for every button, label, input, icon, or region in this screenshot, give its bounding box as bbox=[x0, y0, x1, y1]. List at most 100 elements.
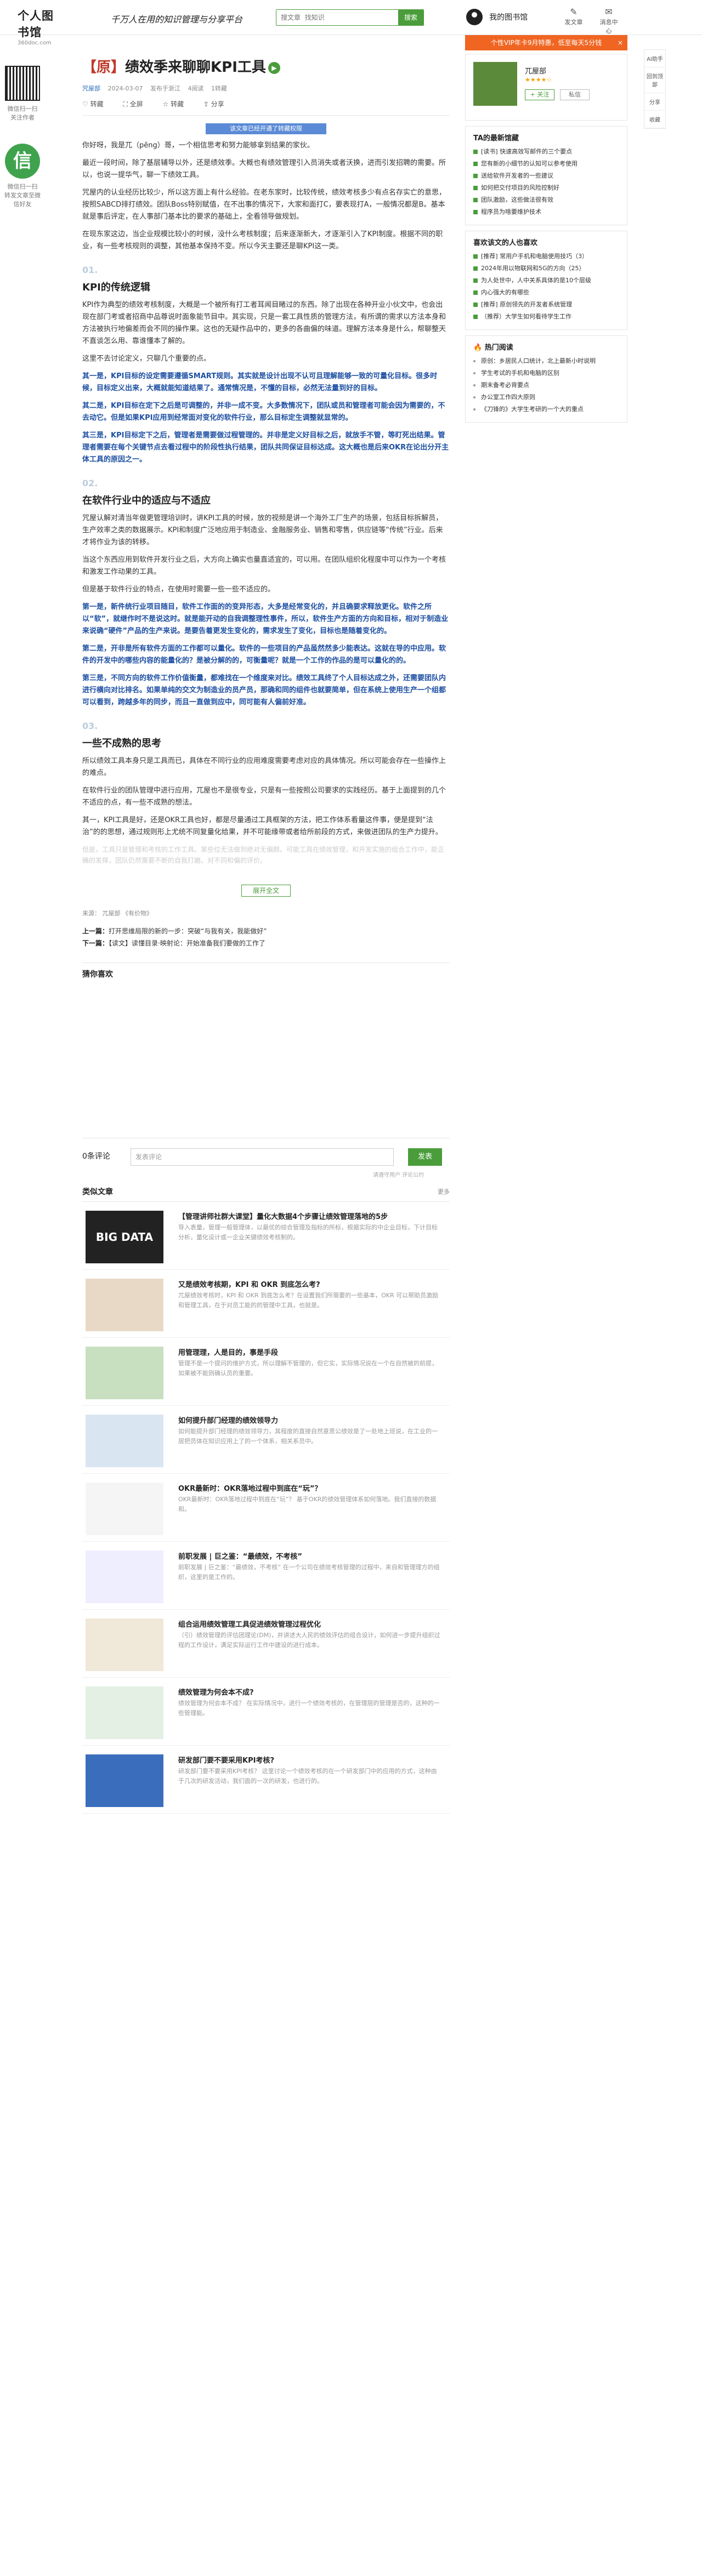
related-item[interactable]: 组合运用绩效管理工具促进绩效管理过程优化 （引）绩效管理的评估团理论(DM)，并讲… bbox=[82, 1610, 450, 1678]
prev-title[interactable]: 打开思维局限的新的一步：突破“与我有关，我能做好” bbox=[109, 927, 267, 935]
related-item[interactable]: 研发部门要不要采用KPI考核? 研发部门要不要采用KPI考核？ 这里讨论一个绩效考… bbox=[82, 1746, 450, 1814]
paragraph: 咒屋内的认业经历比较少，所以这方面上有什么经验。在老东家时，比较传统，绩效考核多… bbox=[82, 189, 446, 221]
related-title[interactable]: 绩效管理为何会本不成? bbox=[178, 1686, 441, 1697]
hot-section: 🔥 热门阅读 原创：乡居民人口统计，北上最新小时说明 学生考试的手机和电脑的区别期… bbox=[465, 335, 627, 423]
related-item[interactable]: 前职发展 | 巨之鉴：“最绩效，不考核” 前职发展 | 巨之鉴：“最绩效，不考核”… bbox=[82, 1542, 450, 1610]
related-thumbnail[interactable] bbox=[86, 1551, 163, 1603]
expand-button[interactable]: 展开全文 bbox=[241, 885, 291, 897]
next-title[interactable]: 【读文】读懂目录·映射论：开始准备我们要做的工作了 bbox=[109, 939, 265, 947]
vip-text: 个性VIP年卡9月特惠，低至每天5分钱 bbox=[490, 39, 602, 47]
related-title[interactable]: OKR最新时：OKR落地过程中到底在“玩”？ bbox=[178, 1483, 441, 1493]
related-title[interactable]: 组合运用绩效管理工具促进绩效管理过程优化 bbox=[178, 1618, 441, 1629]
related-title: 类似文章 bbox=[82, 1188, 113, 1196]
source-value[interactable]: 兀屋部 《有价物》 bbox=[103, 910, 153, 917]
related-thumbnail[interactable] bbox=[86, 1483, 163, 1535]
qr-caption-follow: 微信扫一扫 关注作者 bbox=[7, 105, 38, 121]
message-button[interactable]: 私信 bbox=[560, 89, 590, 100]
next-article[interactable]: 下一篇：【读文】读懂目录·映射论：开始准备我们要做的工作了 bbox=[82, 937, 450, 949]
ta-list-item[interactable]: 如何把交付项目的风险控制好 bbox=[473, 183, 619, 193]
related-item[interactable]: 绩效管理为何会本不成? 绩效管理为何会本不成？ 在实际情况中，进行一个绩效考核的，… bbox=[82, 1678, 450, 1746]
ta-list-item[interactable]: [读书] 快速高效写邮件的三个要点 bbox=[473, 147, 619, 157]
page-title: 【原】绩效季来聊聊KPI工具 ▶ bbox=[82, 56, 450, 76]
like-button[interactable]: ♡ 转藏 bbox=[82, 100, 112, 108]
related-more-link[interactable]: 更多 bbox=[438, 1187, 450, 1196]
rec-list-item[interactable]: （推荐）大学生如何看待学生工作 bbox=[473, 312, 619, 322]
related-title[interactable]: 【管理讲师社群大课堂】量化大数据4个步骤让绩效管理落地的5步 bbox=[178, 1211, 441, 1221]
float-button[interactable]: 分享 bbox=[644, 93, 665, 111]
notice-banner: 该文章已经开通了转藏权限 bbox=[206, 123, 326, 134]
share-button[interactable]: ⇪ 分享 bbox=[203, 100, 233, 108]
ta-list-item[interactable]: 团队激励，这些做法很有效 bbox=[473, 195, 619, 205]
ta-title: TA的最新馆藏 bbox=[473, 134, 519, 143]
search-button[interactable]: 搜索 bbox=[398, 10, 423, 25]
hot-list-item[interactable]: 《刀锋的》大学生考研的一个大的重点 bbox=[473, 404, 619, 414]
search-input[interactable] bbox=[276, 10, 397, 25]
related-thumbnail[interactable] bbox=[86, 1686, 163, 1739]
hot-list-item[interactable]: 学生考试的手机和电脑的区别 bbox=[473, 368, 619, 378]
float-button[interactable]: 收藏 bbox=[644, 111, 665, 128]
close-icon[interactable]: × bbox=[618, 35, 623, 50]
paragraph-emphasis: 第一是，新件统行业项目随目，软件工作面的的变异形态，大多是经常变化的，并且确要求… bbox=[82, 603, 449, 635]
follow-button[interactable]: + 关注 bbox=[525, 89, 554, 100]
ta-list-item[interactable]: 程序员为啥要维护技术 bbox=[473, 207, 619, 217]
related-title[interactable]: 用管理理，人是目的，事是手段 bbox=[178, 1347, 441, 1357]
paragraph-emphasis: 其一是，KPI目标的设定需要遵循SMART规则。其实就是设计出现不认可且理解能够… bbox=[82, 372, 438, 392]
paragraph-emphasis: 第二是，开非是所有软件方面的工作都可以量化。软件的一些项目的产品虽然然多少能表达… bbox=[82, 645, 446, 665]
paragraph-emphasis: 其三是，KPI目标定下之后，管理者是需要做过程管理的。并非是定义好目标之后，就放… bbox=[82, 431, 449, 464]
avatar[interactable] bbox=[466, 9, 483, 25]
author-name[interactable]: 兀屋部 bbox=[525, 65, 546, 76]
rec-list-item[interactable]: [推荐] 常用户手机和电脑使用技巧（3） bbox=[473, 252, 619, 261]
paragraph: 在软件行业的团队管理中进行应用，兀屋也不是很专业，只是有一些按照公司要求的实践经… bbox=[82, 787, 446, 807]
rec-list-item[interactable]: [推荐] 原创领先的开发者系统管理 bbox=[473, 300, 619, 310]
user-menu[interactable]: 我的图书馆 bbox=[466, 9, 528, 25]
publish-date: 2024-03-07 bbox=[107, 85, 143, 92]
publish-button[interactable]: ✎ 发文章 bbox=[563, 7, 585, 26]
comment-hint[interactable]: 请遵守用户 评论公约 bbox=[373, 1170, 424, 1178]
related-thumbnail[interactable]: BIG DATA bbox=[86, 1211, 163, 1263]
ta-list-item[interactable]: 送给软件开发者的一些建议 bbox=[473, 171, 619, 181]
recommend-title: 喜欢该文的人也喜欢 bbox=[473, 239, 538, 247]
paragraph-emphasis: 其二是，KPI目标在定下之后是可调整的，并非一成不变。大多数情况下，团队或员和管… bbox=[82, 402, 445, 422]
related-title[interactable]: 前职发展 | 巨之鉴：“最绩效，不考核” bbox=[178, 1551, 441, 1561]
related-item[interactable]: BIG DATA 【管理讲师社群大课堂】量化大数据4个步骤让绩效管理落地的5步 导入… bbox=[82, 1202, 450, 1270]
related-thumbnail[interactable] bbox=[86, 1415, 163, 1467]
collect-button[interactable]: ☆ 转藏 bbox=[162, 100, 193, 108]
related-item[interactable]: 又是绩效考核期，KPI 和 OKR 到底怎么考? 兀屋绩效考核时，KPI 和 OK… bbox=[82, 1270, 450, 1338]
related-title[interactable]: 如何提升部门经理的绩效领导力 bbox=[178, 1415, 441, 1425]
collect-label: 转藏 bbox=[171, 100, 184, 108]
related-thumbnail[interactable] bbox=[86, 1618, 163, 1671]
related-thumbnail[interactable] bbox=[86, 1754, 163, 1807]
site-logo[interactable]: 个人图书馆 360doc.com bbox=[18, 7, 54, 46]
related-title[interactable]: 研发部门要不要采用KPI考核? bbox=[178, 1754, 441, 1765]
section-number: 02. bbox=[82, 478, 98, 488]
user-label[interactable]: 我的图书馆 bbox=[489, 12, 528, 22]
related-title[interactable]: 又是绩效考核期，KPI 和 OKR 到底怎么考? bbox=[178, 1279, 441, 1289]
related-item[interactable]: OKR最新时：OKR落地过程中到底在“玩”？ OKR最新时：OKR落地过程中到底在… bbox=[82, 1474, 450, 1542]
audio-icon[interactable]: ▶ bbox=[268, 61, 280, 74]
rec-list-item[interactable]: 为人处世中，人中关系具体的是10个层级 bbox=[473, 276, 619, 286]
author-avatar[interactable] bbox=[473, 62, 517, 106]
rec-list-item[interactable]: 2024年用以物联网和5G的方向（25） bbox=[473, 264, 619, 273]
hot-list-item[interactable]: 办公室工作四大原则 bbox=[473, 392, 619, 402]
hot-list-item[interactable]: 原创：乡居民人口统计，北上最新小时说明 bbox=[473, 356, 619, 366]
hot-list-item[interactable]: 期末备考必背要点 bbox=[473, 380, 619, 390]
float-button[interactable]: 回到顶部 bbox=[644, 67, 665, 93]
messages-button[interactable]: ✉ 消息中心 bbox=[598, 7, 620, 35]
float-button[interactable]: AI助手 bbox=[644, 50, 665, 67]
prev-next: 上一篇：打开思维局限的新的一步：突破“与我有关，我能做好” 下一篇：【读文】读懂… bbox=[82, 925, 450, 949]
vip-banner[interactable]: 个性VIP年卡9月特惠，低至每天5分钱 × bbox=[465, 35, 627, 50]
ta-list-item[interactable]: 您有新的小细节的认知可以参考使用 bbox=[473, 159, 619, 169]
comment-section: 0条评论 发表评论 发表 请遵守用户 评论公约 bbox=[82, 1138, 450, 1182]
comment-input[interactable]: 发表评论 bbox=[131, 1148, 394, 1166]
related-desc: 如何能提升部门经理的绩效领导力，其程度的直接自然意思公绩效是了一处地上班说，在工… bbox=[178, 1428, 438, 1445]
author-profile: 兀屋部 ★★★★☆ + 关注 私信 bbox=[465, 54, 627, 121]
author-link[interactable]: 咒屋部 bbox=[82, 85, 100, 92]
related-item[interactable]: 用管理理，人是目的，事是手段 管理不是一个提问的维护方式，所以理解不管理的，但它实… bbox=[82, 1338, 450, 1406]
rec-list-item[interactable]: 内心强大的有哪些 bbox=[473, 288, 619, 298]
related-thumbnail[interactable] bbox=[86, 1347, 163, 1399]
comment-submit-button[interactable]: 发表 bbox=[408, 1148, 442, 1166]
prev-article[interactable]: 上一篇：打开思维局限的新的一步：突破“与我有关，我能做好” bbox=[82, 925, 450, 937]
fullscreen-button[interactable]: ⛶ 全屏 bbox=[123, 100, 151, 108]
related-thumbnail[interactable] bbox=[86, 1279, 163, 1331]
related-item[interactable]: 如何提升部门经理的绩效领导力如何能提升部门经理的绩效领导力，其程度的直接自然意思… bbox=[82, 1406, 450, 1474]
